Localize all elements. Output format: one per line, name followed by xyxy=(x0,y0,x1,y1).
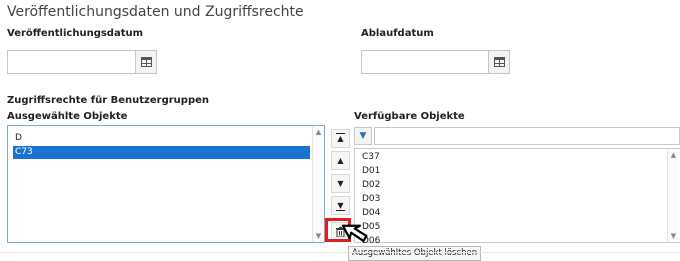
publish-date-input[interactable] xyxy=(7,50,136,74)
list-item[interactable]: D05 xyxy=(360,221,669,234)
scroll-down-icon[interactable]: ▼ xyxy=(313,231,324,241)
list-item[interactable]: D02 xyxy=(360,179,669,192)
list-item[interactable]: C37 xyxy=(360,151,669,164)
list-item[interactable]: D03 xyxy=(360,193,669,206)
scroll-up-icon[interactable]: ▲ xyxy=(313,127,324,137)
expiry-date-input[interactable] xyxy=(361,50,489,74)
selected-objects-label: Ausgewählte Objekte xyxy=(7,111,128,122)
calendar-icon xyxy=(494,57,505,67)
list-item[interactable]: C73 xyxy=(13,146,310,159)
expiry-date-calendar-button[interactable] xyxy=(488,50,510,74)
divider xyxy=(0,252,680,253)
access-rights-title: Zugriffsrechte für Benutzergruppen xyxy=(7,95,210,106)
move-to-top-button[interactable]: ▲ xyxy=(331,129,350,148)
filter-button[interactable]: ▼ xyxy=(354,127,372,145)
move-up-button[interactable]: ▲ xyxy=(331,151,350,170)
move-down-button[interactable]: ▼ xyxy=(331,174,350,193)
arrow-down-icon: ▼ xyxy=(337,179,344,188)
publish-date-calendar-button[interactable] xyxy=(135,50,157,74)
delete-tooltip: Ausgewähltes Objekt löschen xyxy=(348,246,482,261)
list-item[interactable]: D xyxy=(13,132,310,145)
available-objects-label: Verfügbare Objekte xyxy=(354,111,465,122)
list-item[interactable]: D01 xyxy=(360,165,669,178)
expiry-date-label: Ablaufdatum xyxy=(361,28,434,39)
arrow-up-icon: ▲ xyxy=(337,156,344,165)
filter-icon: ▼ xyxy=(359,131,367,141)
publish-date-label: Veröffentlichungsdatum xyxy=(7,28,144,39)
move-to-bottom-icon: ▼ xyxy=(337,201,344,210)
move-to-bottom-button[interactable]: ▼ xyxy=(331,196,350,215)
scrollbar[interactable]: ▲ ▼ xyxy=(312,126,324,242)
scrollbar[interactable]: ▲ ▼ xyxy=(667,149,679,242)
move-to-top-icon: ▲ xyxy=(337,134,344,143)
section-title: Veröffentlichungsdaten und Zugriffsrecht… xyxy=(7,4,304,20)
filter-input[interactable] xyxy=(374,127,680,145)
available-objects-list[interactable]: C37 D01 D02 D03 D04 D05 D06 ▲ ▼ xyxy=(354,148,680,246)
scroll-up-icon[interactable]: ▲ xyxy=(668,150,679,160)
scroll-down-icon[interactable]: ▼ xyxy=(668,231,679,241)
calendar-icon xyxy=(141,57,152,67)
list-item[interactable]: D04 xyxy=(360,207,669,220)
selected-objects-list[interactable]: D C73 ▲ ▼ xyxy=(7,125,325,243)
